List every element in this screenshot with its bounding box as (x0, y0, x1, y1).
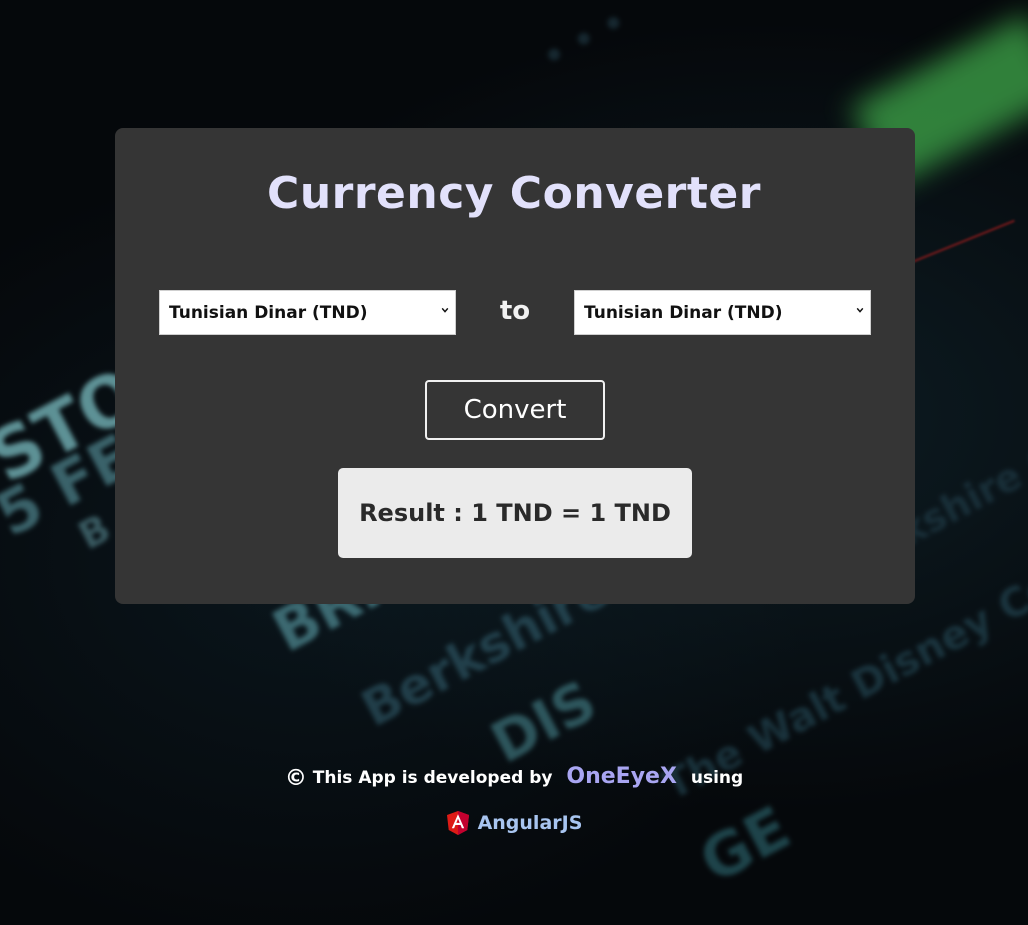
result-text: Result : 1 TND = 1 TND (359, 499, 671, 527)
page-title: Currency Converter (267, 168, 761, 219)
result-box: Result : 1 TND = 1 TND (338, 468, 692, 558)
footer-credit: © This App is developed by OneEyeX using (0, 764, 1028, 791)
chevron-down-icon (441, 307, 449, 313)
to-currency-value: Tunisian Dinar (TND) (584, 302, 783, 323)
angularjs-link[interactable]: AngularJS (478, 812, 583, 834)
author-link[interactable]: OneEyeX (566, 764, 677, 789)
using-text: using (690, 768, 744, 788)
to-currency-select[interactable]: Tunisian Dinar (TND) (574, 290, 871, 335)
developed-by-text: This App is developed by (312, 768, 553, 788)
chevron-down-icon (856, 307, 864, 313)
angular-icon (446, 811, 469, 835)
from-currency-select[interactable]: Tunisian Dinar (TND) (159, 290, 456, 335)
convert-button[interactable]: Convert (425, 380, 605, 440)
to-label: to (499, 296, 531, 326)
framework-credit: AngularJS (0, 810, 1028, 836)
copyright-icon: © (284, 766, 307, 791)
from-currency-value: Tunisian Dinar (TND) (169, 302, 368, 323)
